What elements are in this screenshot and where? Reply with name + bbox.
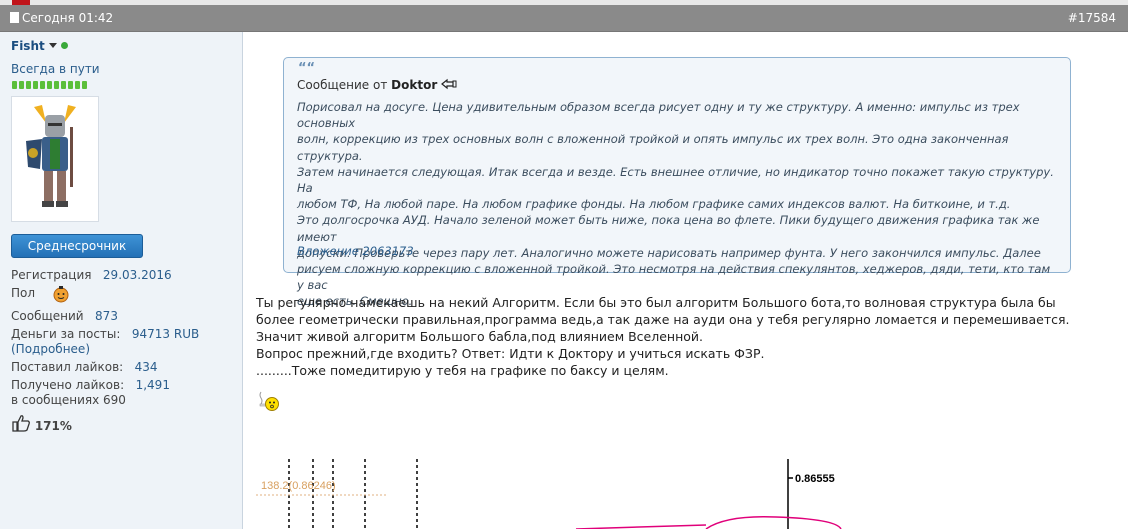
stat-registration: Регистрация 29.03.2016 [11,268,172,282]
stat-posts: Сообщений 873 [11,309,118,323]
user-sidebar: Fisht Всегда в пути Среднесрочник Регист… [0,32,243,529]
chart-image-fragment: 138.2(0.86246) 0.86555 [256,459,845,529]
user-title: Всегда в пути [11,62,100,76]
view-post-icon[interactable] [441,78,457,90]
quote-block: ““ Сообщение от Doktor Порисовал на досу… [283,57,1071,308]
username-dropdown[interactable]: Fisht [11,39,57,53]
stat-gender: Пол [11,286,69,303]
avatar[interactable] [11,96,99,222]
stat-likes-given: Поставил лайков: 434 [11,360,158,374]
post-header-bar: Сегодня 01:42 #17584 [0,5,1128,32]
quote-author: Doktor [391,78,438,92]
stat-likes-received: Получено лайков: 1,491 [11,378,170,392]
attachment-link[interactable]: Вложение 2063173 [297,244,414,258]
document-icon [10,12,19,23]
post-number-link[interactable]: #17584 [1068,11,1116,25]
online-status-icon [61,42,68,49]
post-date: Сегодня 01:42 [10,11,113,25]
quote-mark-icon: ““ [298,61,316,76]
knight-avatar-image [12,97,98,221]
reputation-bar [12,78,89,89]
male-gender-icon [53,286,69,303]
posts-count-link[interactable]: 873 [95,309,118,323]
post-content: ““ Сообщение от Doktor Порисовал на досу… [243,32,1128,529]
quote-author-line: Сообщение от Doktor [297,78,457,92]
rating: 171% [11,414,72,433]
thumbs-up-icon [12,415,30,432]
smoking-smiley-icon [258,390,280,415]
money-details-link[interactable]: (Подробнее) [11,342,90,356]
stat-money: Деньги за посты: 94713 RUB [11,327,200,341]
message-text: Ты регулярно намекаешь на некий Алгоритм… [256,295,1070,378]
stat-likes-in-posts: в сообщениях 690 [11,393,126,407]
rank-badge: Среднесрочник [11,234,143,258]
price-axis-label: 0.86555 [795,473,835,485]
quote-body: Порисовал на досуге. Цена удивительным о… [297,100,1054,309]
chevron-down-icon [48,43,57,48]
fib-level-label: 138.2(0.86246) [261,480,336,492]
